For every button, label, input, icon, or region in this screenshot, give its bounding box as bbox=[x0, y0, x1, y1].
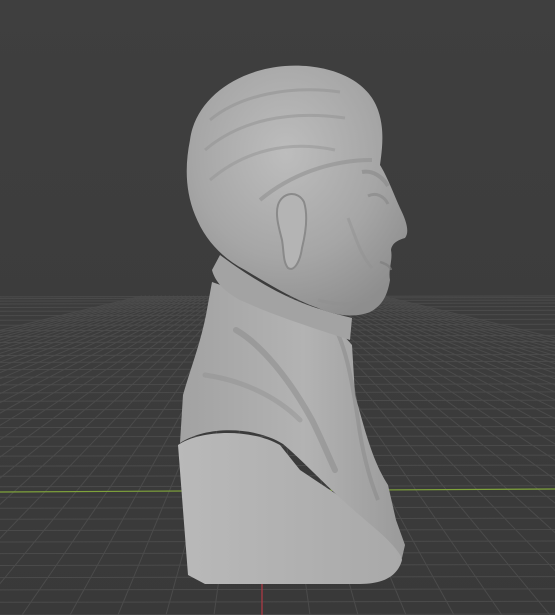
grid-line bbox=[0, 600, 555, 603]
grid-line bbox=[0, 588, 555, 591]
viewport-canvas[interactable] bbox=[0, 0, 555, 615]
3d-viewport[interactable] bbox=[0, 0, 555, 615]
